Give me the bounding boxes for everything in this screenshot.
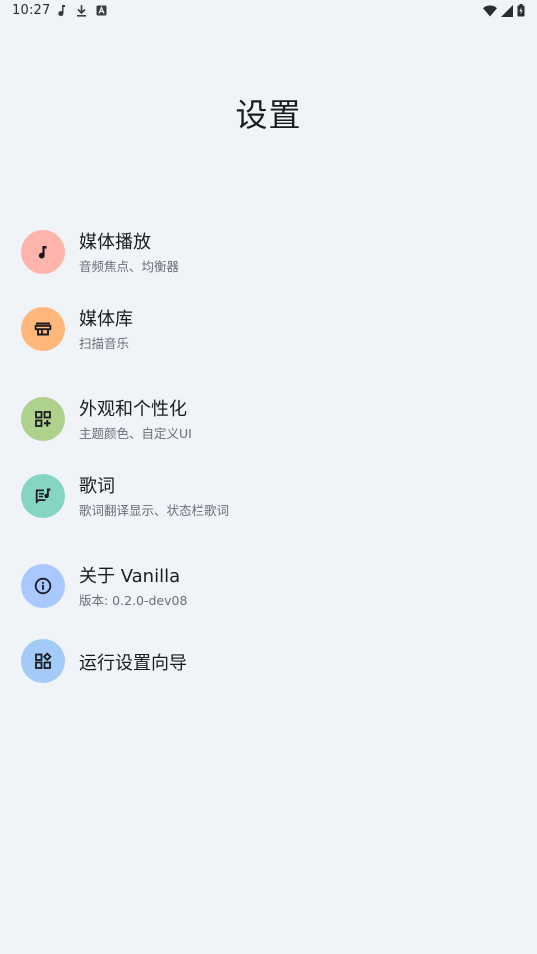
info-icon xyxy=(21,564,65,608)
settings-item-lyrics[interactable]: 歌词 歌词翻译显示、状态栏歌词 xyxy=(0,464,537,528)
settings-item-title: 歌词 xyxy=(79,476,115,497)
settings-item-appearance[interactable]: 外观和个性化 主题颜色、自定义UI xyxy=(0,387,537,451)
settings-item-subtitle: 扫描音乐 xyxy=(79,336,130,351)
settings-item-title: 媒体库 xyxy=(79,309,133,330)
settings-item-title: 外观和个性化 xyxy=(79,399,187,420)
storefront-icon xyxy=(21,307,65,351)
widgets-icon xyxy=(21,639,65,683)
status-system-icons xyxy=(483,4,525,17)
settings-item-title: 运行设置向导 xyxy=(79,653,187,674)
settings-item-subtitle: 歌词翻译显示、状态栏歌词 xyxy=(79,503,230,518)
battery-charging-icon xyxy=(517,4,525,17)
settings-item-title: 关于 Vanilla xyxy=(79,566,181,587)
page-title: 设置 xyxy=(235,96,302,134)
settings-item-subtitle: 版本: 0.2.0-dev08 xyxy=(79,593,188,608)
settings-item-about[interactable]: 关于 Vanilla 版本: 0.2.0-dev08 xyxy=(0,554,537,618)
settings-item-subtitle: 主题颜色、自定义UI xyxy=(79,426,192,441)
settings-item-media-library[interactable]: 媒体库 扫描音乐 xyxy=(0,297,537,361)
signal-icon xyxy=(501,4,513,17)
settings-item-media-playback[interactable]: 媒体播放 音频焦点、均衡器 xyxy=(0,220,537,284)
settings-item-subtitle: 音频焦点、均衡器 xyxy=(79,259,180,274)
music-note-icon xyxy=(56,4,67,17)
dashboard-customize-icon xyxy=(21,397,65,441)
settings-item-title: 媒体播放 xyxy=(79,232,151,253)
music-note-icon xyxy=(21,230,65,274)
wifi-icon xyxy=(483,5,497,17)
status-bar: 10:27 xyxy=(0,0,537,24)
status-time: 10:27 xyxy=(12,3,51,18)
text-a-icon xyxy=(96,5,107,16)
settings-item-setup-wizard[interactable]: 运行设置向导 xyxy=(0,629,537,693)
lyrics-icon xyxy=(21,474,65,518)
status-notification-icons xyxy=(56,4,107,17)
download-icon xyxy=(76,4,87,17)
